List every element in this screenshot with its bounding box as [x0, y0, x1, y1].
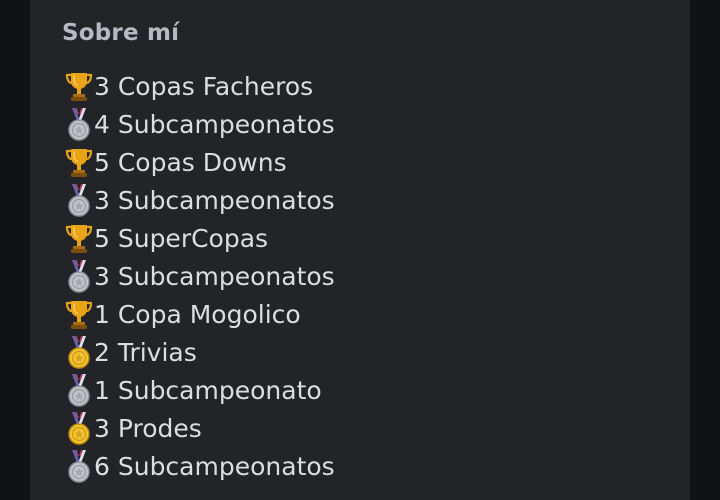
list-item: 3 Prodes [64, 409, 335, 447]
trophy-icon [64, 297, 94, 331]
achievement-label: 3 Subcampeonatos [94, 185, 335, 215]
achievement-label: 5 SuperCopas [94, 223, 269, 253]
achievements-list: 3 Copas Facheros 4 Subcampeonatos 5 Copa… [64, 67, 335, 485]
gold-medal-icon [64, 335, 94, 369]
achievement-label: 1 Subcampeonato [94, 375, 322, 405]
list-item: 2 Trivias [64, 333, 335, 371]
achievement-label: 6 Subcampeonatos [94, 451, 335, 481]
list-item: 4 Subcampeonatos [64, 105, 335, 143]
trophy-icon [64, 69, 94, 103]
achievement-label: 2 Trivias [94, 337, 197, 367]
list-item: 5 Copas Downs [64, 143, 335, 181]
trophy-icon [64, 145, 94, 179]
list-item: 5 SuperCopas [64, 219, 335, 257]
achievement-label: 5 Copas Downs [94, 147, 287, 177]
list-item: 1 Copa Mogolico [64, 295, 335, 333]
list-item: 3 Subcampeonatos [64, 181, 335, 219]
achievement-label: 1 Copa Mogolico [94, 299, 301, 329]
silver-medal-icon [64, 373, 94, 407]
silver-medal-icon [64, 259, 94, 293]
gold-medal-icon [64, 411, 94, 445]
achievement-label: 3 Prodes [94, 413, 202, 443]
about-me-card: Sobre mí 3 Copas Facheros 4 Subcampeonat… [30, 0, 690, 500]
achievement-label: 3 Copas Facheros [94, 71, 314, 101]
trophy-icon [64, 221, 94, 255]
achievement-label: 3 Subcampeonatos [94, 261, 335, 291]
list-item: 1 Subcampeonato [64, 371, 335, 409]
silver-medal-icon [64, 183, 94, 217]
list-item: 6 Subcampeonatos [64, 447, 335, 485]
silver-medal-icon [64, 107, 94, 141]
achievement-label: 4 Subcampeonatos [94, 109, 335, 139]
list-item: 3 Subcampeonatos [64, 257, 335, 295]
silver-medal-icon [64, 449, 94, 483]
section-title: Sobre mí [62, 20, 180, 46]
list-item: 3 Copas Facheros [64, 67, 335, 105]
